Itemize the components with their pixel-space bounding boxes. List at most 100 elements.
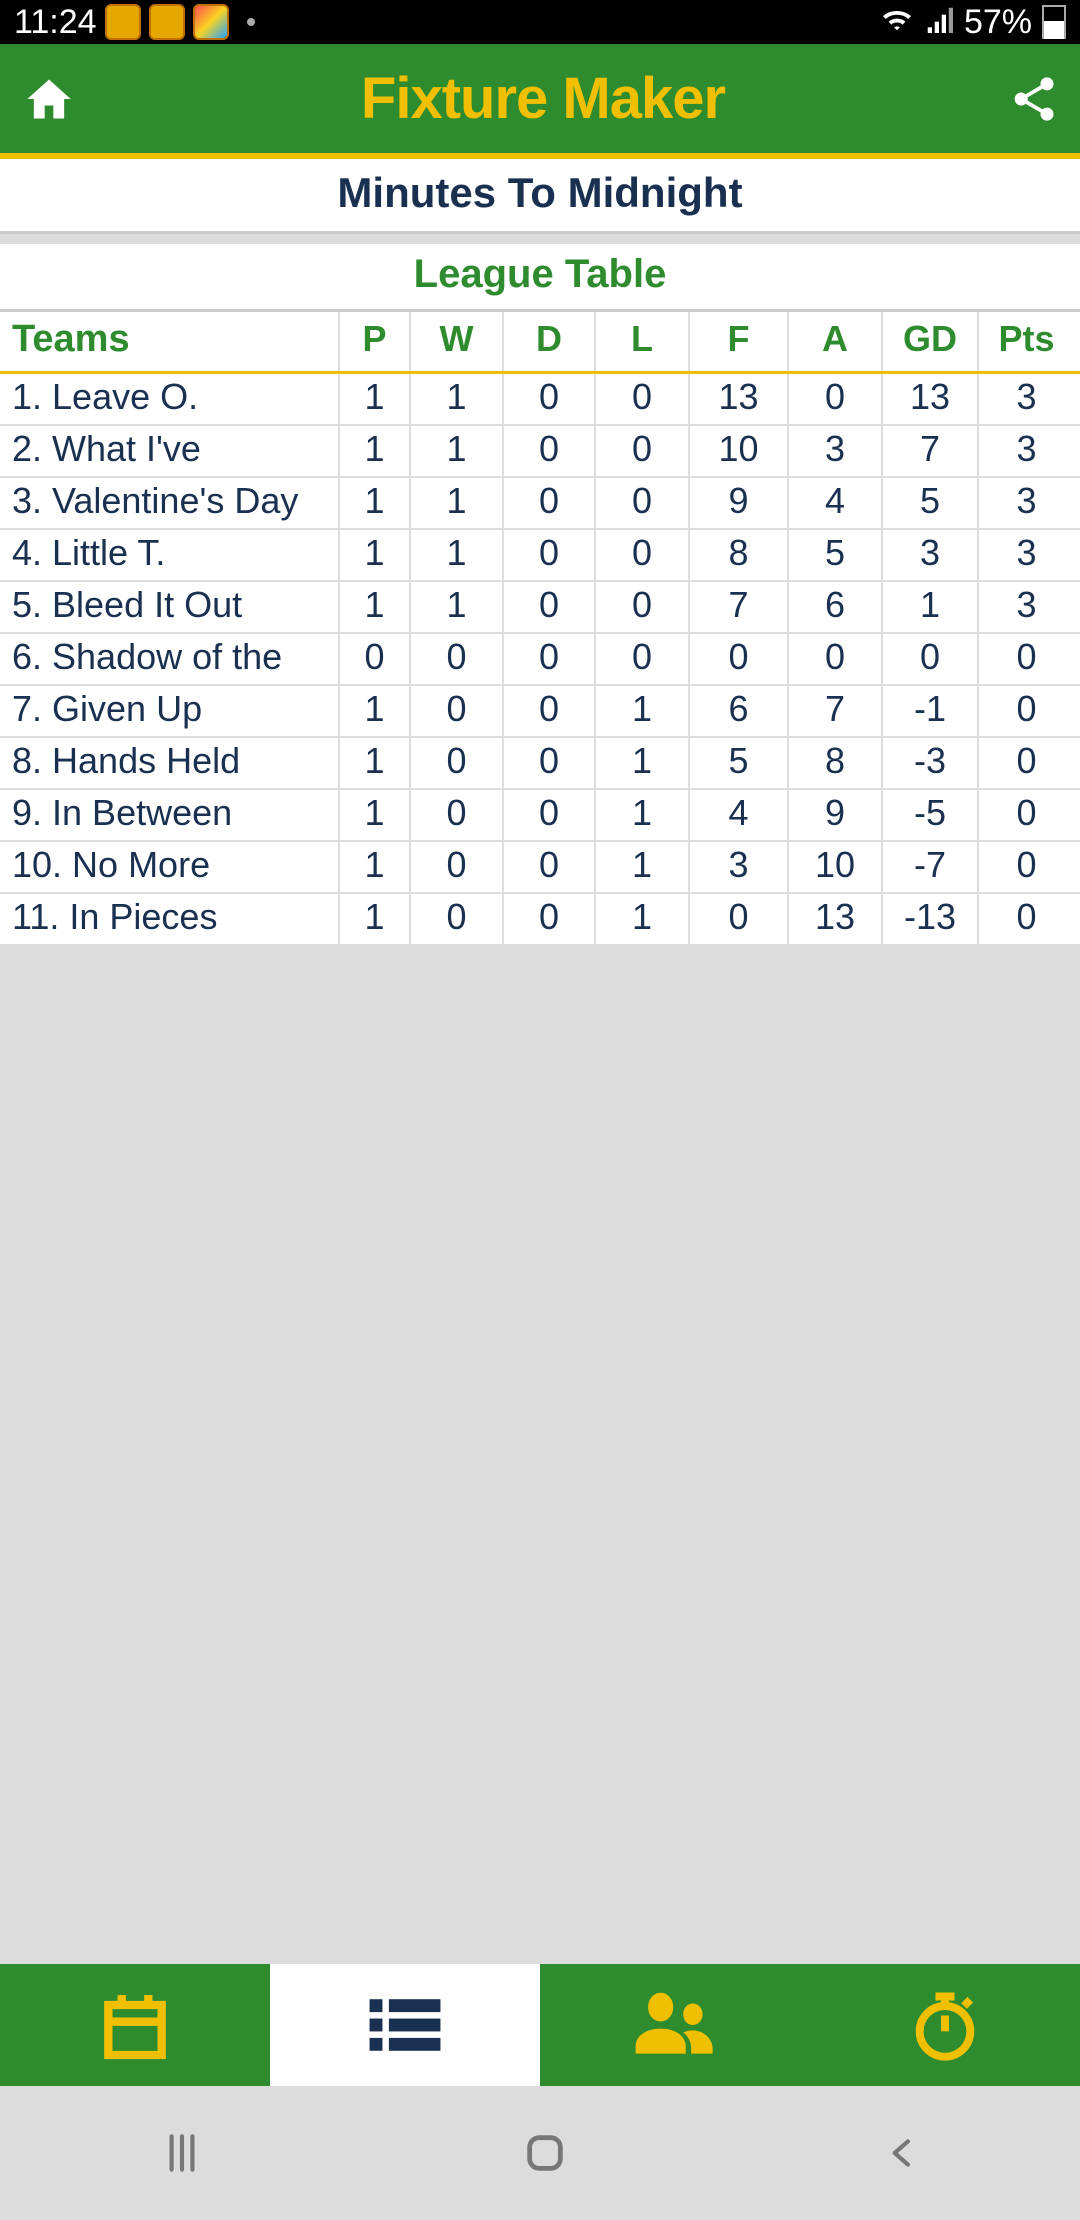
cell-f: 8	[688, 530, 787, 580]
cell-f: 9	[688, 478, 787, 528]
table-row[interactable]: 7. Given Up100167-10	[0, 686, 1080, 736]
cell-d: 0	[502, 738, 594, 788]
cell-a: 6	[787, 582, 881, 632]
cell-w: 1	[409, 478, 502, 528]
cell-d: 0	[502, 374, 594, 424]
cell-l: 1	[594, 894, 688, 944]
cell-pts: 0	[977, 842, 1074, 892]
bottom-tab-bar	[0, 1964, 1080, 2086]
cell-gd: 5	[881, 478, 977, 528]
col-gd: GD	[881, 312, 977, 371]
divider	[0, 234, 1080, 244]
cell-w: 1	[409, 530, 502, 580]
cell-f: 0	[688, 634, 787, 684]
cell-f: 0	[688, 894, 787, 944]
android-nav-bar	[0, 2086, 1080, 2220]
cell-d: 0	[502, 478, 594, 528]
cell-gd: 7	[881, 426, 977, 476]
table-header-row: Teams P W D L F A GD Pts	[0, 312, 1080, 374]
cell-l: 0	[594, 426, 688, 476]
cell-l: 1	[594, 686, 688, 736]
tab-table[interactable]	[270, 1964, 540, 2086]
table-row[interactable]: 1. Leave O.1100130133	[0, 374, 1080, 424]
cell-d: 0	[502, 842, 594, 892]
home-button[interactable]	[20, 73, 78, 125]
status-time: 11:24	[14, 3, 97, 42]
cell-a: 3	[787, 426, 881, 476]
cell-team: 7. Given Up	[0, 686, 338, 736]
cell-l: 1	[594, 790, 688, 840]
table-row[interactable]: 3. Valentine's Day11009453	[0, 478, 1080, 528]
tab-fixtures[interactable]	[0, 1964, 270, 2086]
cell-w: 0	[409, 842, 502, 892]
table-row[interactable]: 4. Little T.11008533	[0, 530, 1080, 580]
cell-p: 1	[338, 738, 409, 788]
table-row[interactable]: 9. In Between100149-50	[0, 790, 1080, 840]
recent-apps-button[interactable]	[157, 2128, 207, 2178]
cell-a: 10	[787, 842, 881, 892]
cell-team: 9. In Between	[0, 790, 338, 840]
cell-pts: 0	[977, 738, 1074, 788]
cell-l: 0	[594, 478, 688, 528]
cell-l: 1	[594, 738, 688, 788]
table-row[interactable]: 6. Shadow of the00000000	[0, 634, 1080, 684]
cell-w: 0	[409, 894, 502, 944]
cell-gd: -13	[881, 894, 977, 944]
cell-l: 1	[594, 842, 688, 892]
cell-w: 0	[409, 790, 502, 840]
table-row[interactable]: 5. Bleed It Out11007613	[0, 582, 1080, 632]
league-name: Minutes To Midnight	[0, 159, 1080, 234]
table-row[interactable]: 11. In Pieces1001013-130	[0, 894, 1080, 944]
cell-team: 4. Little T.	[0, 530, 338, 580]
cell-a: 0	[787, 374, 881, 424]
cell-l: 0	[594, 634, 688, 684]
tab-teams[interactable]	[540, 1964, 810, 2086]
signal-icon	[924, 3, 954, 42]
cell-gd: 3	[881, 530, 977, 580]
table-row[interactable]: 8. Hands Held100158-30	[0, 738, 1080, 788]
back-button[interactable]	[883, 2130, 923, 2176]
home-nav-button[interactable]	[522, 2130, 568, 2176]
cell-p: 1	[338, 478, 409, 528]
cell-w: 0	[409, 686, 502, 736]
cell-p: 1	[338, 842, 409, 892]
cell-gd: -1	[881, 686, 977, 736]
cell-pts: 0	[977, 790, 1074, 840]
cell-d: 0	[502, 686, 594, 736]
table-row[interactable]: 2. What I've110010373	[0, 426, 1080, 476]
cell-team: 3. Valentine's Day	[0, 478, 338, 528]
cell-pts: 3	[977, 374, 1074, 424]
cell-gd: 0	[881, 634, 977, 684]
cell-pts: 0	[977, 634, 1074, 684]
cell-p: 1	[338, 374, 409, 424]
cell-f: 4	[688, 790, 787, 840]
cell-p: 0	[338, 634, 409, 684]
col-teams: Teams	[0, 312, 338, 371]
cell-l: 0	[594, 530, 688, 580]
cell-team: 10. No More	[0, 842, 338, 892]
cell-w: 1	[409, 374, 502, 424]
cell-p: 1	[338, 894, 409, 944]
col-pts: Pts	[977, 312, 1074, 371]
col-l: L	[594, 312, 688, 371]
status-left: 11:24	[14, 3, 255, 42]
share-button[interactable]	[1008, 73, 1060, 125]
cell-f: 13	[688, 374, 787, 424]
cell-f: 5	[688, 738, 787, 788]
cell-a: 8	[787, 738, 881, 788]
cell-team: 5. Bleed It Out	[0, 582, 338, 632]
cell-team: 1. Leave O.	[0, 374, 338, 424]
table-row[interactable]: 10. No More1001310-70	[0, 842, 1080, 892]
cell-p: 1	[338, 686, 409, 736]
cell-d: 0	[502, 426, 594, 476]
cell-a: 0	[787, 634, 881, 684]
cell-a: 9	[787, 790, 881, 840]
status-battery: 57%	[964, 3, 1032, 42]
app-header: Fixture Maker	[0, 44, 1080, 159]
tab-timer[interactable]	[810, 1964, 1080, 2086]
col-f: F	[688, 312, 787, 371]
section-title: League Table	[0, 244, 1080, 312]
cell-team: 2. What I've	[0, 426, 338, 476]
app-title: Fixture Maker	[361, 65, 725, 132]
cell-pts: 3	[977, 530, 1074, 580]
